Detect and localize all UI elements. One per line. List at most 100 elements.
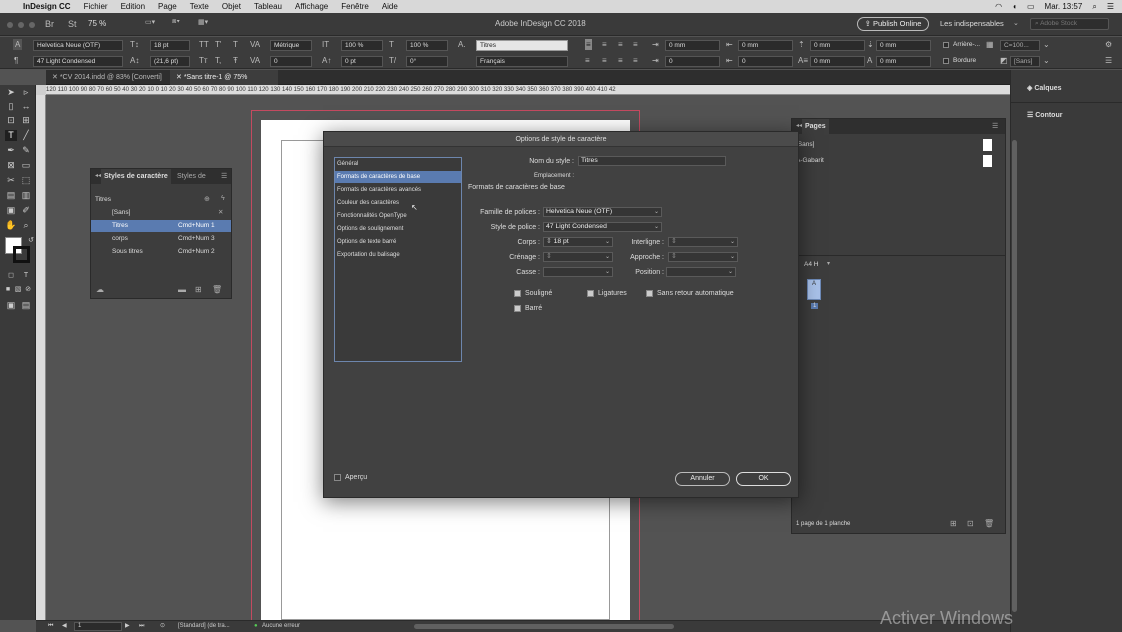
bordure-color-field[interactable]: [Sans] [1010,56,1040,67]
align-left-icon[interactable]: ≡ [585,39,592,50]
new-style-from-selection-icon[interactable]: ⊕ [204,195,210,203]
close-icon[interactable]: ✕ [176,74,184,81]
align-towards-spine-icon[interactable]: ≡ [585,55,590,66]
font-family-field[interactable]: Helvetica Neue (OTF) [33,40,123,51]
workspace-switcher[interactable]: Les indispensables [940,19,1004,28]
menu-edition[interactable]: Edition [121,2,145,11]
subscript-icon[interactable]: T, [215,55,221,66]
font-size-field[interactable]: 18 pt [150,40,190,51]
first-line-indent-field[interactable]: 0 [665,56,720,67]
style-name-input[interactable]: Titres [578,156,726,166]
view-options-icon[interactable]: ▭▾ [145,18,155,26]
color-dropdown-icon[interactable]: ⌄ [1043,39,1050,50]
bordure-checkbox[interactable] [943,58,949,64]
category-basic-formats[interactable]: Formats de caractères de base [335,171,461,183]
font-style-field[interactable]: 47 Light Condensed [33,56,123,67]
gap-tool-icon[interactable]: ↔ [20,101,32,112]
swap-colors-icon[interactable]: ↺ [25,235,37,246]
category-opentype[interactable]: Fonctionnalités OpenType [335,210,461,222]
smallcaps-icon[interactable]: Tт [199,55,208,66]
minimize-icon[interactable] [18,22,24,28]
search-icon[interactable]: ⌕ [1092,2,1096,12]
language-field[interactable]: Français [476,56,568,67]
baseline-field[interactable]: 0 pt [341,56,383,67]
category-underline[interactable]: Options de soulignement [335,223,461,235]
category-general[interactable]: Général [335,158,461,170]
stroke-swatch[interactable] [13,246,30,263]
hand-tool-icon[interactable]: ✋ [5,220,17,231]
align-right-icon[interactable]: ≡ [618,39,623,50]
panel-menu-icon[interactable]: ⚙ [1105,39,1112,50]
checkbox-box[interactable] [646,290,653,297]
new-page-icon[interactable]: ⊡ [967,519,974,528]
edit-page-size-icon[interactable]: ⊞ [950,519,957,528]
justify-all-icon[interactable]: ≡ [618,55,623,66]
tab-paragraph-styles[interactable]: Styles de [177,169,206,184]
checkbox-box[interactable] [514,305,521,312]
skew-field[interactable]: 0° [406,56,448,67]
delete-style-icon[interactable]: 🗑 [212,285,222,294]
close-icon[interactable]: ✕ [52,74,60,81]
underline-icon[interactable]: T [233,39,238,50]
scissors-tool-icon[interactable]: ✂ [5,175,17,186]
menu-fenetre[interactable]: Fenêtre [341,2,369,11]
case-dropdown[interactable]: ⌄ [543,267,613,277]
pencil-tool-icon[interactable]: ✎ [20,145,32,156]
strikethrough-checkbox[interactable]: Barré [514,304,574,314]
justify-icon[interactable]: ≡ [633,39,638,50]
bridge-icon[interactable]: Br [45,19,54,29]
page-tool-icon[interactable]: ▯ [5,101,17,112]
panel-options-icon[interactable]: ☰ [1105,55,1112,66]
app-menu[interactable]: InDesign CC [23,2,71,11]
formatting-container-icon[interactable]: ◻ [5,270,17,281]
justify-last-icon[interactable]: ≡ [633,55,638,66]
strikethrough-icon[interactable]: Ŧ [233,55,238,66]
ligatures-checkbox[interactable]: Ligatures [587,289,647,299]
pen-tool-icon[interactable]: ✒ [5,145,17,156]
font-family-dropdown[interactable]: Helvetica Neue (OTF) ⌄ [543,207,662,217]
page-number-field[interactable]: 1 [74,622,122,631]
leading-field[interactable]: (21,6 pt) [150,56,190,67]
tab-pages[interactable]: Pages [802,119,829,134]
close-icon[interactable] [7,22,13,28]
stepper-icon[interactable]: ⇕ [671,253,677,260]
menu-fichier[interactable]: Fichier [84,2,108,11]
underline-checkbox[interactable]: Souligné [514,289,574,299]
menu-tableau[interactable]: Tableau [254,2,282,11]
size-dropdown[interactable]: ⇕ 18 pt ⌄ [543,237,613,247]
checkbox-box[interactable] [587,290,594,297]
clear-overrides-icon[interactable]: ✕ [218,207,223,219]
rectangle-frame-tool-icon[interactable]: ⊠ [5,160,17,171]
space-before-field[interactable]: 0 mm [810,40,865,51]
arrange-icon[interactable]: ▦▾ [198,18,208,26]
swatch-icon[interactable]: ◩ [1000,55,1008,66]
cloud-library-icon[interactable]: ☁ [96,285,104,294]
tab-sans-titre[interactable]: ✕ *Sans titre-1 @ 75% [170,70,278,85]
hscale-field[interactable]: 100 % [406,40,448,51]
stepper-icon[interactable]: ⇕ [671,238,677,245]
gradient-feather-tool-icon[interactable]: ▥ [20,190,32,201]
vertical-scrollbar[interactable] [1012,140,1017,612]
bordure-dropdown-icon[interactable]: ⌄ [1043,55,1050,66]
kerning-dropdown[interactable]: ⇕ ⌄ [543,252,613,262]
style-row-titres[interactable]: Titres Cmd+Num 1 [91,220,231,232]
direct-selection-tool-icon[interactable]: ▹ [20,87,32,98]
battery-icon[interactable]: ▭ [1027,2,1035,11]
chevron-down-icon[interactable]: ▾ [827,260,830,267]
menu-objet[interactable]: Objet [222,2,241,11]
zoom-level[interactable]: 75 % [88,19,106,28]
menu-texte[interactable]: Texte [190,2,209,11]
zoom-tool-icon[interactable]: ⌕ [20,220,32,231]
content-collector-icon[interactable]: ⊡ [5,115,17,126]
open-doc-icon[interactable]: ⊙ [160,621,165,632]
category-strikethrough[interactable]: Options de texte barré [335,236,461,248]
stock-icon[interactable]: St [68,19,77,29]
maximize-icon[interactable] [29,22,35,28]
arriere-checkbox[interactable] [943,42,949,48]
align-away-spine-icon[interactable]: ≡ [602,55,607,66]
horizontal-ruler[interactable]: 120 110 100 90 80 70 60 50 40 30 20 10 0… [46,85,1010,95]
position-dropdown[interactable]: ⌄ [666,267,736,277]
para-format-icon[interactable]: ¶ [14,55,18,66]
menu-page[interactable]: Page [158,2,177,11]
list-icon[interactable]: ☰ [1107,2,1114,11]
